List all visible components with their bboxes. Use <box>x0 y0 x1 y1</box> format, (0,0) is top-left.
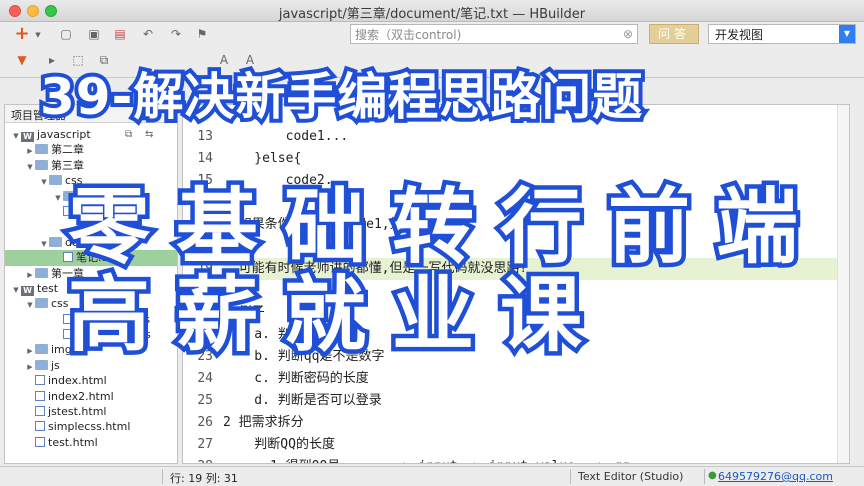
tree-item-label: javascript <box>37 128 91 141</box>
project-icon: W <box>21 132 34 142</box>
folder-icon <box>35 298 48 309</box>
status-separator <box>570 469 571 484</box>
tree-item-label: jstest.html <box>48 405 107 419</box>
code-line[interactable]: 判断QQ的长度 <box>223 434 849 456</box>
view-select[interactable]: 开发视图 ▼ <box>708 24 856 44</box>
file-icon <box>35 375 45 386</box>
user-icon: ● <box>708 470 717 481</box>
file-icon <box>35 390 45 401</box>
new-dropdown-chevron-icon[interactable]: ▼ <box>30 27 46 43</box>
file-icon <box>35 421 45 432</box>
cursor-position: 行: 19 列: 31 <box>170 472 238 485</box>
folder-icon <box>35 359 48 370</box>
tree-item[interactable]: ▶ 第二章 <box>5 142 177 157</box>
file-icon <box>35 436 45 447</box>
clear-search-icon[interactable]: ⊗ <box>620 26 636 42</box>
folder-icon <box>35 267 48 278</box>
ask-button[interactable]: 问答 <box>649 24 699 44</box>
tree-item-label: css <box>51 297 69 311</box>
save-icon[interactable]: ▢ <box>58 26 74 42</box>
status-bar: 行: 19 列: 31 Text Editor (Studio) ● 64957… <box>0 466 864 486</box>
tree-item[interactable]: simplecss.html <box>5 419 177 434</box>
status-separator <box>704 469 705 484</box>
title-bar: javascript/第三章/document/笔记.txt — HBuilde… <box>0 0 864 22</box>
tree-item-label: index.html <box>48 374 107 388</box>
tree-item-label: test <box>37 281 59 295</box>
tree-item-label: js <box>51 358 60 372</box>
redo-icon[interactable]: ↷ <box>168 26 184 42</box>
format-icon[interactable]: ⚑ <box>194 26 210 42</box>
code-line[interactable]: 1 得到QQ号 ----> input--> input.value --> q… <box>223 456 849 463</box>
folder-icon <box>35 159 48 170</box>
tree-item-label: index2.html <box>48 389 114 403</box>
code-line[interactable]: code1... <box>223 126 849 148</box>
editor-mode[interactable]: Text Editor (Studio) <box>578 470 683 483</box>
code-line[interactable]: c. 判断密码的长度 <box>223 368 849 390</box>
overlay-title: 39-解决新手编程思路问题 <box>36 64 646 130</box>
tree-item[interactable]: index.html <box>5 373 177 388</box>
line-number: 28 <box>183 456 219 463</box>
tree-item[interactable]: jstest.html <box>5 404 177 419</box>
tree-item-label: 第二章 <box>51 143 84 157</box>
line-number: 26 <box>197 415 213 430</box>
chevron-down-icon: ▼ <box>839 25 855 43</box>
tree-item[interactable]: test.html <box>5 435 177 450</box>
bookmark-icon[interactable]: ▼ <box>14 52 30 68</box>
line-number: 24 <box>197 371 213 386</box>
overlay-tagline: 高薪就业课 <box>63 264 609 368</box>
undo-icon[interactable]: ↶ <box>140 26 156 42</box>
view-select-value: 开发视图 <box>715 28 764 42</box>
window-title: javascript/第三章/document/笔记.txt — HBuilde… <box>278 7 586 22</box>
folder-icon <box>35 344 48 355</box>
status-separator <box>162 469 163 484</box>
folder-icon <box>35 144 48 155</box>
folder-icon <box>49 236 62 247</box>
folder-icon <box>49 175 62 186</box>
line-number: 13 <box>197 129 213 144</box>
tree-item[interactable]: index2.html <box>5 389 177 404</box>
new-file-plus-icon[interactable]: + <box>14 25 30 43</box>
code-line[interactable]: d. 判断是否可以登录 <box>223 390 849 412</box>
tree-item-label: test.html <box>48 435 98 449</box>
project-icon: W <box>21 285 34 296</box>
tree-item[interactable]: ▼ Wjavascript <box>5 127 177 142</box>
search-input[interactable]: 搜索（双击control) <box>350 24 638 44</box>
save-all-icon[interactable]: ▣ <box>86 26 102 42</box>
code-line[interactable]: 2 把需求拆分 <box>223 412 849 434</box>
line-number: 27 <box>197 437 213 452</box>
folder-open-icon[interactable]: ▤ <box>112 26 128 42</box>
file-icon <box>35 406 45 417</box>
tree-item-label: simplecss.html <box>48 420 131 434</box>
vertical-scrollbar[interactable] <box>837 105 849 463</box>
user-account-link[interactable]: 649579276@qq.com <box>718 470 833 483</box>
line-number: 25 <box>197 393 213 408</box>
